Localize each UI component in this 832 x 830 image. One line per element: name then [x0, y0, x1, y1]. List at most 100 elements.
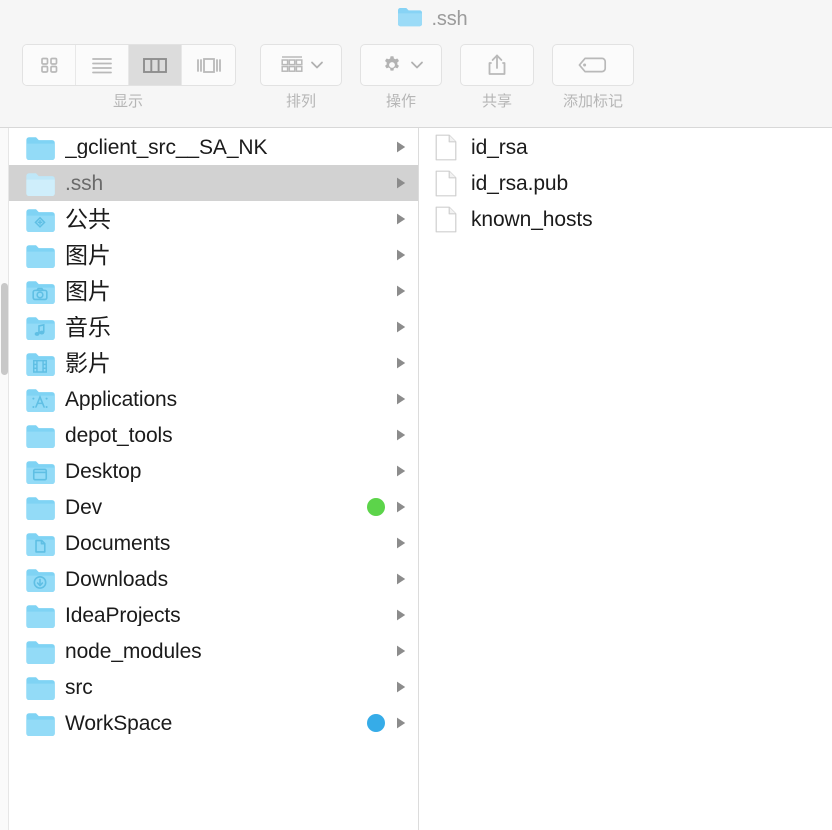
disclosure-triangle-icon [397, 645, 406, 657]
disclosure-triangle-icon [397, 573, 406, 585]
folder-icon [397, 6, 423, 32]
folder-name: 音乐 [65, 315, 111, 339]
document-icon [435, 170, 457, 196]
folder-row[interactable]: 图片 [9, 237, 418, 273]
disclosure-triangle[interactable] [394, 500, 408, 514]
folder-row[interactable]: _gclient_src__SA_NK [9, 129, 418, 165]
tag-dot [367, 714, 385, 732]
folder-row[interactable]: 公共 [9, 201, 418, 237]
arrange-grid-icon [280, 56, 303, 72]
folder-row[interactable]: WorkSpace [9, 705, 418, 741]
disclosure-triangle[interactable] [394, 428, 408, 442]
folder-plain-icon [25, 711, 55, 736]
arrange-button[interactable] [260, 44, 342, 86]
folder-movies-icon [25, 351, 55, 376]
share-icon [488, 54, 506, 75]
list-view-button[interactable] [76, 45, 129, 85]
share-button[interactable] [460, 44, 534, 86]
file-row[interactable]: id_rsa.pub [419, 165, 832, 201]
document-icon [435, 206, 457, 232]
folder-plain-icon [25, 603, 55, 628]
folder-row[interactable]: .ssh [9, 165, 418, 201]
document-icon [433, 134, 459, 160]
icon-view-button[interactable] [23, 45, 76, 85]
action-button[interactable] [360, 44, 442, 86]
disclosure-triangle[interactable] [394, 572, 408, 586]
disclosure-triangle-icon [397, 357, 406, 369]
add-tags-label: 添加标记 [562, 93, 623, 110]
disclosure-triangle-icon [397, 141, 406, 153]
folder-row[interactable]: 音乐 [9, 309, 418, 345]
disclosure-triangle-icon [397, 393, 406, 405]
disclosure-triangle[interactable] [394, 716, 408, 730]
folder-row[interactable]: src [9, 669, 418, 705]
disclosure-triangle[interactable] [394, 140, 408, 154]
chevron-down-icon [410, 61, 423, 69]
column-view-button[interactable] [129, 45, 182, 85]
disclosure-triangle[interactable] [394, 464, 408, 478]
folder-name: node_modules [65, 640, 202, 662]
gallery-icon [196, 58, 221, 73]
folder-desktop-icon [25, 459, 55, 484]
files-column: id_rsa id_rsa.pub known_hosts [419, 128, 832, 830]
folder-row[interactable]: depot_tools [9, 417, 418, 453]
folder-name: Applications [65, 388, 178, 410]
folder-row[interactable]: Dev [9, 489, 418, 525]
disclosure-triangle-icon [397, 321, 406, 333]
folder-row[interactable]: Downloads [9, 561, 418, 597]
add-tags-button[interactable] [552, 44, 634, 86]
columns-icon [143, 58, 167, 73]
file-name: id_rsa.pub [471, 171, 569, 195]
disclosure-triangle[interactable] [394, 608, 408, 622]
folder-row[interactable]: IdeaProjects [9, 597, 418, 633]
folder-row[interactable]: Applications [9, 381, 418, 417]
arrange-label: 排列 [285, 93, 316, 110]
folder-plain-icon [25, 639, 55, 664]
action-group: 操作 [360, 44, 442, 109]
folder-row[interactable]: Desktop [9, 453, 418, 489]
disclosure-triangle[interactable] [394, 176, 408, 190]
folder-row[interactable]: 图片 [9, 273, 418, 309]
folder-plain-icon [25, 171, 55, 196]
file-row[interactable]: known_hosts [419, 201, 832, 237]
folder-name: Desktop [65, 460, 142, 482]
document-icon [433, 170, 459, 196]
folder-name: 图片 [65, 243, 111, 267]
folder-plain-icon [25, 423, 55, 448]
folder-row[interactable]: Documents [9, 525, 418, 561]
folder-row[interactable]: 影片 [9, 345, 418, 381]
disclosure-triangle[interactable] [394, 320, 408, 334]
column-browser: _gclient_src__SA_NK .ssh 公共 图片 图片 音乐 影片 Applica… [0, 128, 832, 830]
disclosure-triangle-icon [397, 609, 406, 621]
disclosure-triangle-icon [397, 681, 406, 693]
gallery-view-button[interactable] [182, 45, 235, 85]
disclosure-triangle[interactable] [394, 680, 408, 694]
folder-name: .ssh [65, 172, 104, 194]
folder-name: Documents [65, 532, 171, 554]
disclosure-triangle[interactable] [394, 536, 408, 550]
grid-icon [41, 57, 58, 73]
disclosure-triangle-icon [397, 501, 406, 513]
disclosure-triangle[interactable] [394, 212, 408, 226]
folder-name: src [65, 676, 93, 698]
file-name: id_rsa [471, 135, 528, 159]
disclosure-triangle[interactable] [394, 356, 408, 370]
folder-downloads-icon [25, 567, 55, 592]
folders-scrollbar[interactable] [0, 128, 9, 830]
document-icon [435, 134, 457, 160]
disclosure-triangle[interactable] [394, 644, 408, 658]
view-mode-group: 显示 [22, 44, 236, 109]
list-icon [92, 58, 112, 74]
folders-scrollbar-thumb[interactable] [1, 283, 8, 375]
document-icon [433, 206, 459, 232]
disclosure-triangle[interactable] [394, 284, 408, 298]
share-label: 共享 [481, 93, 512, 110]
window-title: .ssh [431, 8, 468, 30]
folder-name: _gclient_src__SA_NK [65, 136, 268, 158]
file-row[interactable]: id_rsa [419, 129, 832, 165]
disclosure-triangle[interactable] [394, 392, 408, 406]
disclosure-triangle[interactable] [394, 248, 408, 262]
disclosure-triangle-icon [397, 429, 406, 441]
folder-row[interactable]: node_modules [9, 633, 418, 669]
folder-name: Downloads [65, 568, 168, 590]
